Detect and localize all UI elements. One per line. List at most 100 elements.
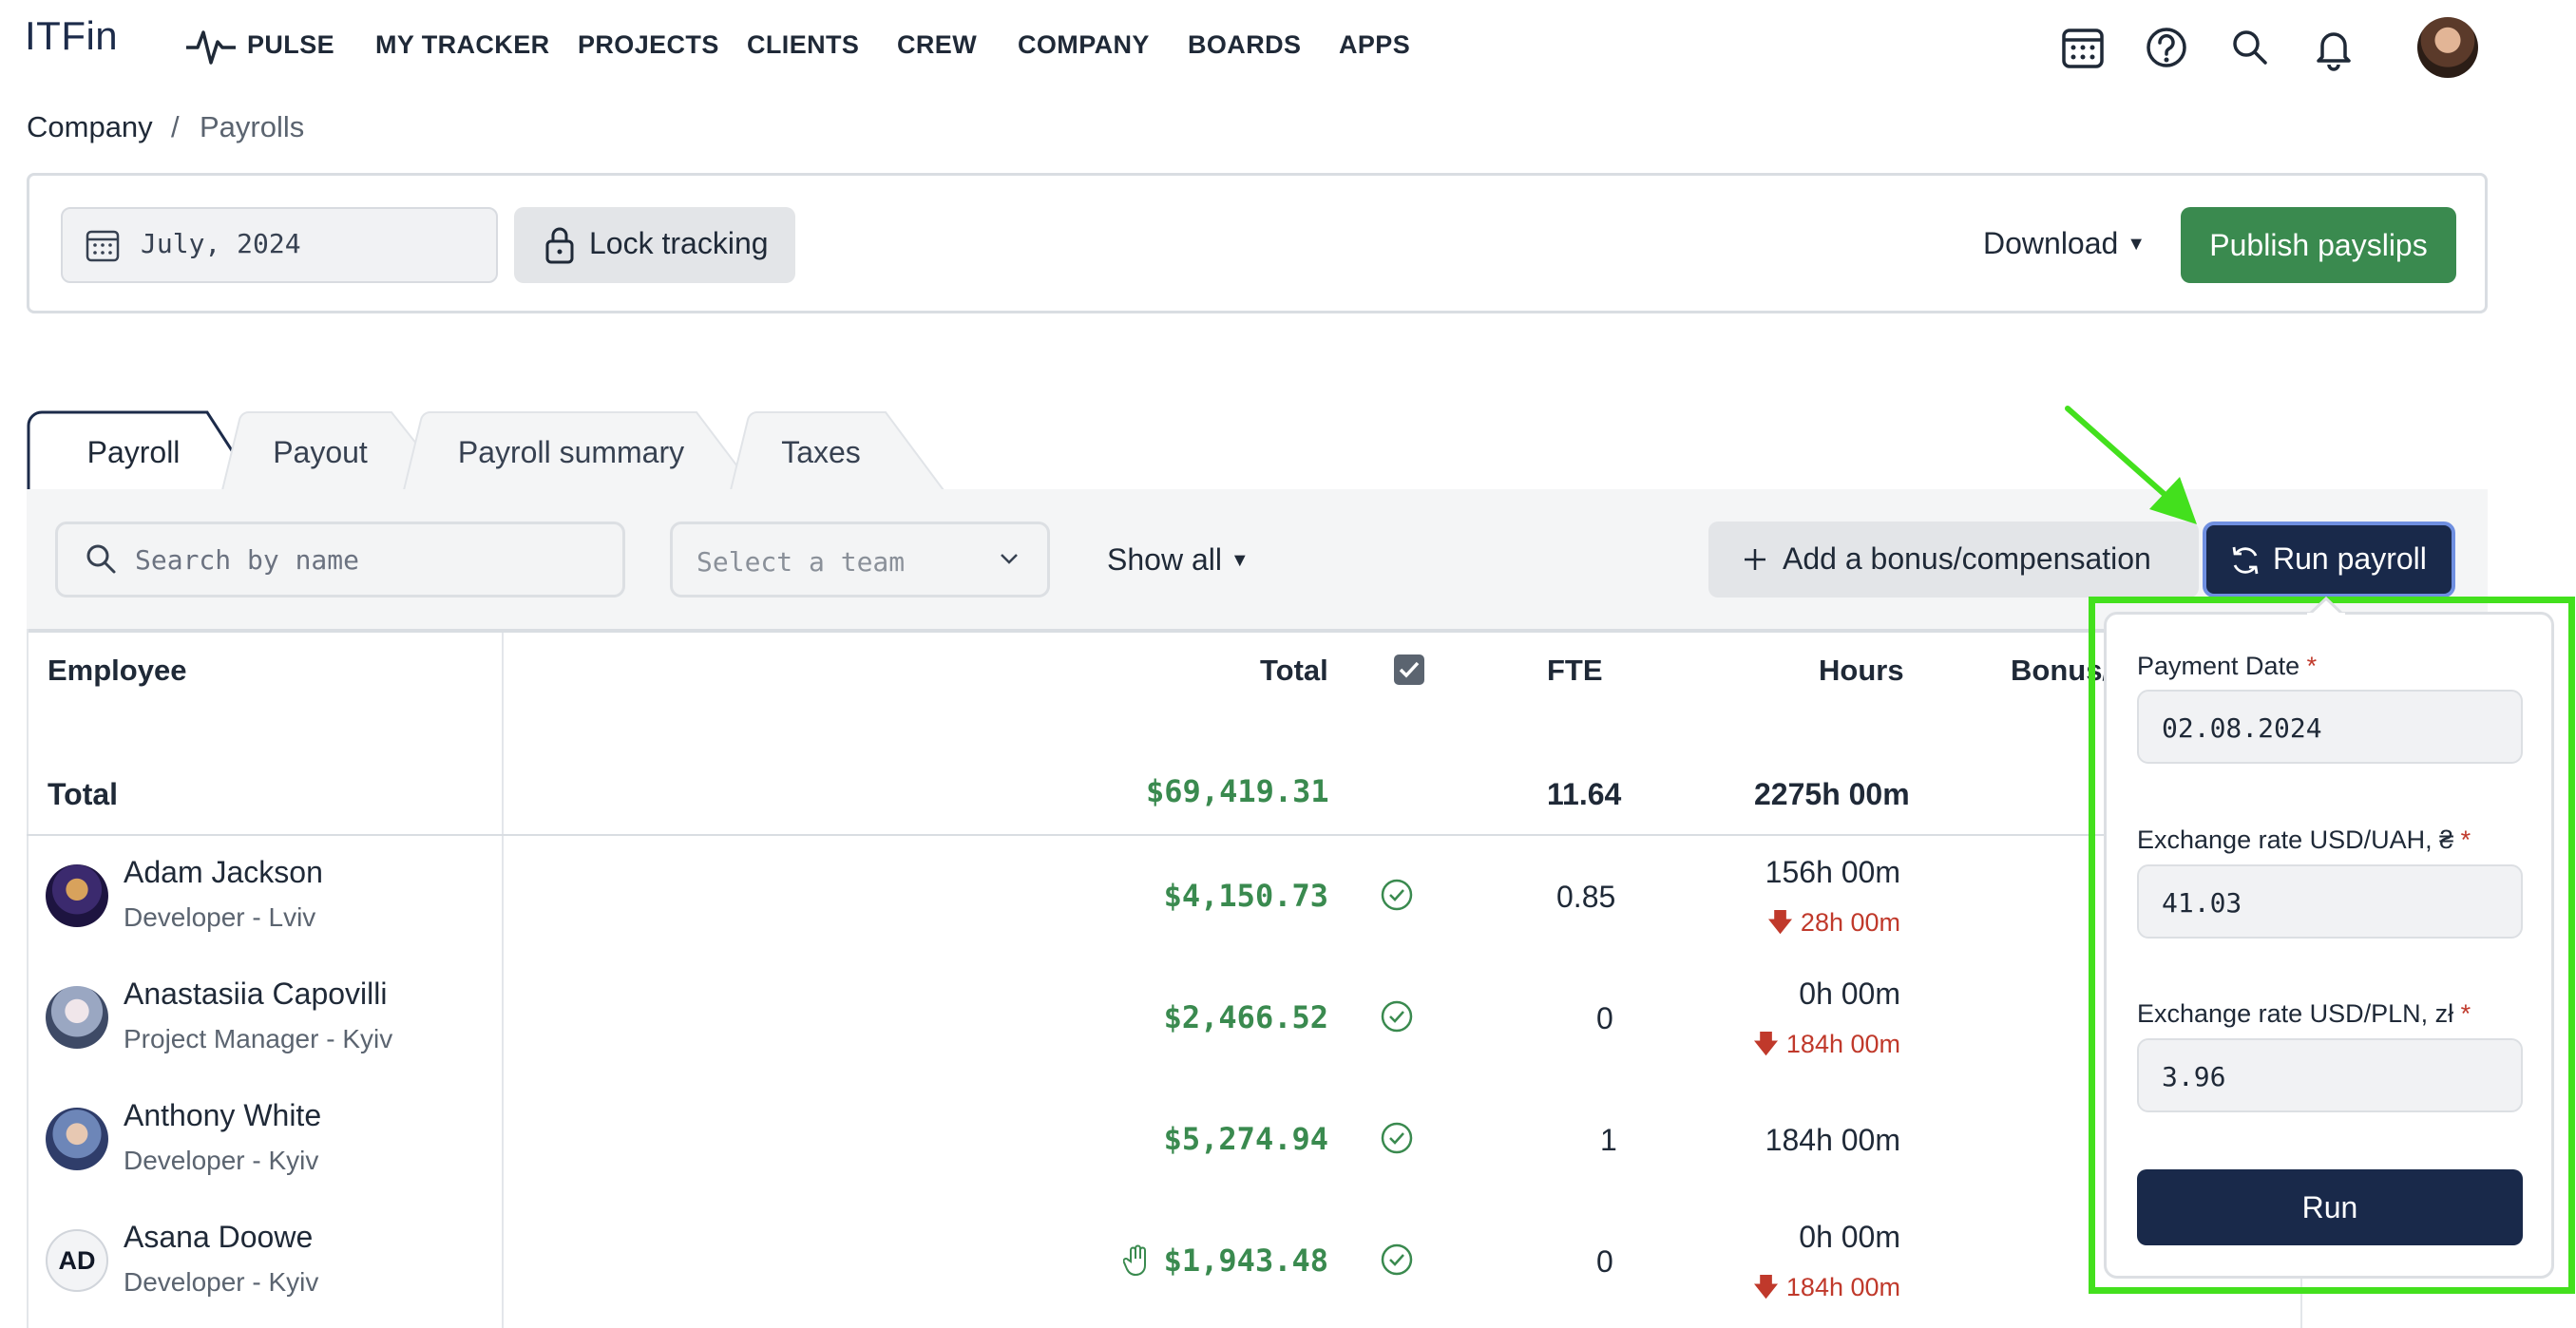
nav-my-tracker[interactable]: MY TRACKER xyxy=(375,30,550,60)
plus-icon xyxy=(1745,549,1765,570)
popover-caret xyxy=(2307,597,2345,616)
pulse-icon xyxy=(186,30,236,65)
tab-payroll-summary-label: Payroll summary xyxy=(457,435,685,469)
arrow-down-icon: 🡇 xyxy=(1766,908,1794,937)
employee-fte: 0.85 xyxy=(1556,880,1616,914)
hours-deficit: 🡇 28h 00m xyxy=(1615,904,1900,948)
arrow-down-icon: 🡇 xyxy=(1752,1030,1780,1058)
payment-date-value: 02.08.2024 xyxy=(2162,712,2322,744)
show-all-dropdown[interactable]: Show all ▼ xyxy=(1107,542,1250,578)
annotation-arrow-icon xyxy=(2065,406,2197,524)
tab-taxes[interactable]: Taxes xyxy=(729,410,947,490)
table-row[interactable]: Anthony White Developer - Kyiv $5,274.94… xyxy=(0,1079,2299,1201)
required-mark: * xyxy=(2460,825,2471,854)
employee-avatar xyxy=(46,864,108,927)
col-fte[interactable]: FTE xyxy=(1547,654,1603,688)
show-all-label: Show all xyxy=(1107,542,1222,577)
employee-avatar xyxy=(46,986,108,1049)
nav-boards[interactable]: BOARDS xyxy=(1188,30,1301,60)
breadcrumb-separator: / xyxy=(171,110,180,143)
arrow-down-icon: 🡇 xyxy=(1752,1273,1780,1301)
employee-total[interactable]: $2,466.52 xyxy=(1138,999,1328,1035)
nav-pulse[interactable]: PULSE xyxy=(247,30,334,60)
payment-date-label: Payment Date * xyxy=(2137,652,2317,681)
employee-total[interactable]: $1,943.48 xyxy=(1138,1243,1328,1279)
employee-hours: 156h 00m xyxy=(1765,855,1900,889)
check-circle-icon xyxy=(1381,879,1413,911)
run-payroll-label: Run payroll xyxy=(2273,541,2427,576)
pln-rate-label-text: Exchange rate USD/PLN, zł xyxy=(2137,999,2454,1028)
table-row[interactable]: Anastasiia Capovilli Project Manager - K… xyxy=(0,958,2299,1079)
publish-payslips-button[interactable]: Publish payslips xyxy=(2181,207,2456,283)
caret-down-icon: ▼ xyxy=(1230,550,1250,571)
breadcrumb-company[interactable]: Company xyxy=(27,110,153,144)
employee-name[interactable]: Anastasiia Capovilli xyxy=(124,977,387,1012)
search-icon xyxy=(86,544,116,574)
user-avatar[interactable] xyxy=(2417,17,2478,78)
breadcrumb-current: Payrolls xyxy=(200,110,305,143)
employee-fte: 0 xyxy=(1596,1001,1613,1035)
nav-crew[interactable]: CREW xyxy=(897,30,977,60)
pln-rate-value: 3.96 xyxy=(2162,1061,2226,1092)
chevron-down-icon xyxy=(1001,554,1018,564)
select-all-checkbox[interactable] xyxy=(1393,654,1425,686)
employee-total[interactable]: $4,150.73 xyxy=(1138,878,1328,914)
nav-apps[interactable]: APPS xyxy=(1339,30,1410,60)
col-hours[interactable]: Hours xyxy=(1819,654,1904,688)
run-button[interactable]: Run xyxy=(2137,1169,2523,1245)
hours-deficit-value: 184h 00m xyxy=(1785,1030,1900,1058)
nav-clients[interactable]: CLIENTS xyxy=(747,30,859,60)
employee-name[interactable]: Anthony White xyxy=(124,1098,321,1133)
total-hours: 2275h 00m xyxy=(1754,777,1910,811)
employee-hours: 184h 00m xyxy=(1765,1123,1900,1157)
employee-role: Developer - Kyiv xyxy=(124,1146,319,1175)
col-employee[interactable]: Employee xyxy=(48,654,186,688)
employee-hours: 0h 00m xyxy=(1799,977,1900,1011)
lock-tracking-label: Lock tracking xyxy=(589,226,769,260)
lock-icon xyxy=(545,227,574,264)
employee-role: Developer - Kyiv xyxy=(124,1267,319,1297)
uah-rate-label: Exchange rate USD/UAH, ₴ * xyxy=(2137,825,2471,855)
nav-company[interactable]: COMPANY xyxy=(1018,30,1150,60)
uah-rate-value: 41.03 xyxy=(2162,887,2242,919)
total-fte: 11.64 xyxy=(1547,777,1622,811)
table-row[interactable]: Adam Jackson Developer - Lviv $4,150.73 … xyxy=(0,836,2299,958)
employee-total[interactable]: $5,274.94 xyxy=(1138,1121,1328,1157)
required-mark: * xyxy=(2460,999,2471,1028)
tab-taxes-label: Taxes xyxy=(781,435,861,469)
download-dropdown[interactable]: Download ▼ xyxy=(1983,226,2146,261)
col-total[interactable]: Total xyxy=(1260,654,1328,688)
search-icon[interactable] xyxy=(2222,19,2279,76)
bell-icon[interactable] xyxy=(2305,19,2362,76)
download-label: Download xyxy=(1983,226,2119,260)
employee-fte: 0 xyxy=(1596,1244,1613,1279)
app-logo[interactable]: ITFin xyxy=(25,13,118,59)
tab-payroll-summary[interactable]: Payroll summary xyxy=(402,410,759,490)
required-mark: * xyxy=(2306,652,2318,680)
nav-projects[interactable]: PROJECTS xyxy=(578,30,719,60)
calendar-grid-icon[interactable] xyxy=(2054,19,2111,76)
caret-down-icon: ▼ xyxy=(2127,234,2146,255)
help-icon[interactable] xyxy=(2138,19,2195,76)
period-value: July, 2024 xyxy=(141,228,301,259)
pln-rate-label: Exchange rate USD/PLN, zł * xyxy=(2137,999,2471,1029)
check-circle-icon xyxy=(1381,1122,1413,1154)
uah-rate-label-text: Exchange rate USD/UAH, ₴ xyxy=(2137,825,2454,854)
table-row[interactable]: AD Asana Doowe Developer - Kyiv $1,943.4… xyxy=(0,1201,2299,1328)
check-circle-icon xyxy=(1381,1000,1413,1033)
employee-name[interactable]: Adam Jackson xyxy=(124,855,323,890)
employee-avatar: AD xyxy=(46,1229,108,1292)
refresh-icon xyxy=(2232,546,2259,575)
employee-role: Project Manager - Kyiv xyxy=(124,1024,393,1053)
hours-deficit: 🡇 184h 00m xyxy=(1615,1269,1900,1313)
check-circle-icon xyxy=(1381,1243,1413,1276)
hours-deficit-value: 184h 00m xyxy=(1785,1273,1900,1301)
hours-deficit: 🡇 184h 00m xyxy=(1615,1026,1900,1070)
employee-role: Developer - Lviv xyxy=(124,902,316,932)
employee-avatar xyxy=(46,1108,108,1170)
total-amount: $69,419.31 xyxy=(1146,773,1329,809)
total-label: Total xyxy=(48,777,119,811)
payment-date-label-text: Payment Date xyxy=(2137,652,2300,680)
hours-deficit-value: 28h 00m xyxy=(1800,908,1900,937)
employee-name[interactable]: Asana Doowe xyxy=(124,1220,313,1255)
